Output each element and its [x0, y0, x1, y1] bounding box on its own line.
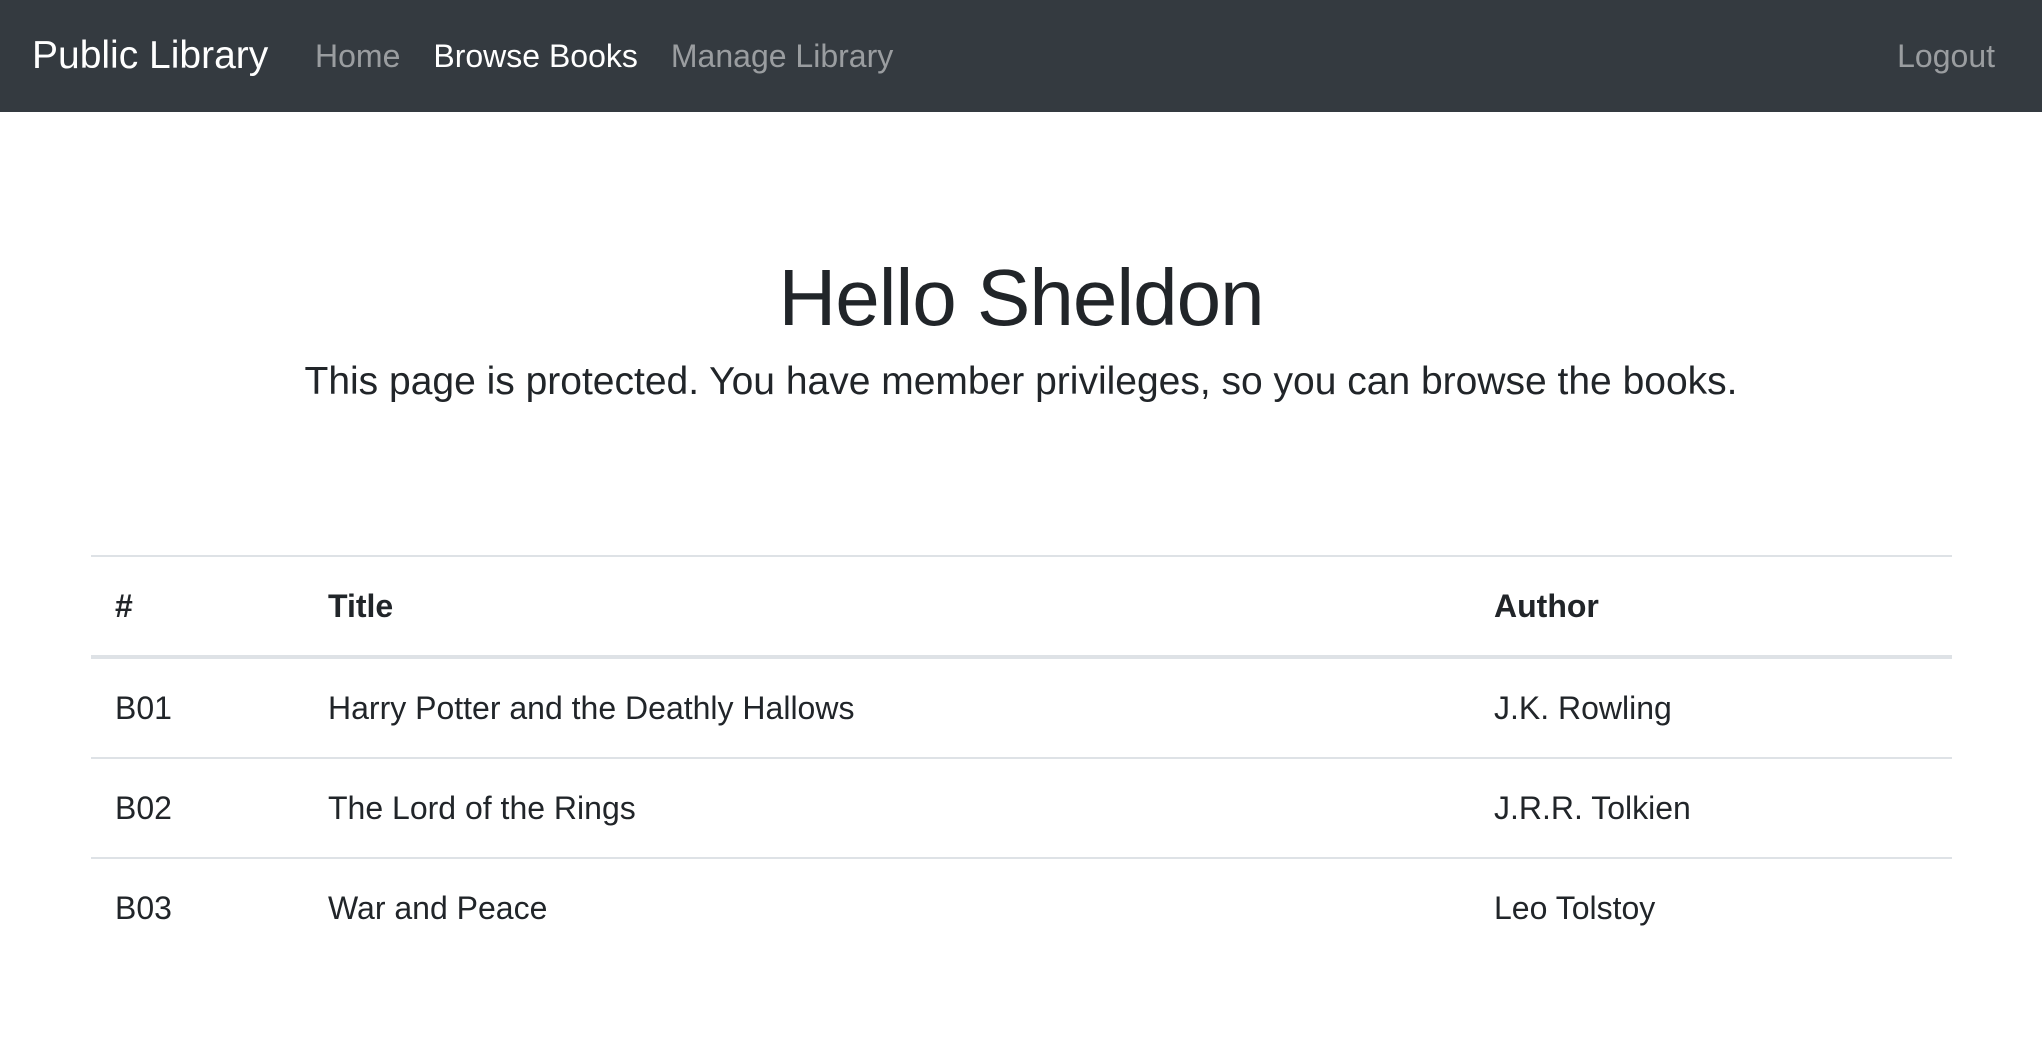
cell-book-title: The Lord of the Rings — [304, 757, 1470, 858]
cell-book-author: J.K. Rowling — [1470, 656, 1952, 758]
column-header-title: Title — [304, 555, 1470, 659]
cell-book-author: Leo Tolstoy — [1470, 857, 1952, 957]
page-subtitle: This page is protected. You have member … — [304, 360, 1738, 403]
table-row: B03 War and Peace Leo Tolstoy — [91, 857, 1952, 957]
page-title: Hello Sheldon — [778, 253, 1264, 342]
table-body: B01 Harry Potter and the Deathly Hallows… — [91, 656, 1952, 957]
brand-link[interactable]: Public Library — [32, 0, 268, 112]
hero-section: Hello Sheldon This page is protected. Yo… — [0, 250, 2042, 404]
column-header-id: # — [91, 555, 304, 659]
nav-link-manage-library[interactable]: Manage Library — [671, 38, 893, 75]
nav-link-browse-books[interactable]: Browse Books — [433, 38, 638, 75]
books-table-container: # Title Author B01 Harry Potter and the … — [91, 555, 1952, 957]
nav-links: Home Browse Books Manage Library — [315, 0, 926, 112]
cell-book-author: J.R.R. Tolkien — [1470, 757, 1952, 858]
table-header-row: # Title Author — [91, 555, 1952, 659]
table-header: # Title Author — [91, 555, 1952, 659]
cell-book-title: War and Peace — [304, 857, 1470, 957]
cell-book-title: Harry Potter and the Deathly Hallows — [304, 656, 1470, 758]
books-table: # Title Author B01 Harry Potter and the … — [91, 555, 1952, 957]
cell-book-id: B03 — [91, 857, 304, 957]
column-header-author: Author — [1470, 555, 1952, 659]
cell-book-id: B01 — [91, 656, 304, 758]
logout-link[interactable]: Logout — [1897, 0, 1995, 112]
cell-book-id: B02 — [91, 757, 304, 858]
navbar: Public Library Home Browse Books Manage … — [0, 0, 2042, 112]
table-row: B01 Harry Potter and the Deathly Hallows… — [91, 656, 1952, 758]
nav-link-home[interactable]: Home — [315, 38, 400, 75]
table-row: B02 The Lord of the Rings J.R.R. Tolkien — [91, 757, 1952, 858]
